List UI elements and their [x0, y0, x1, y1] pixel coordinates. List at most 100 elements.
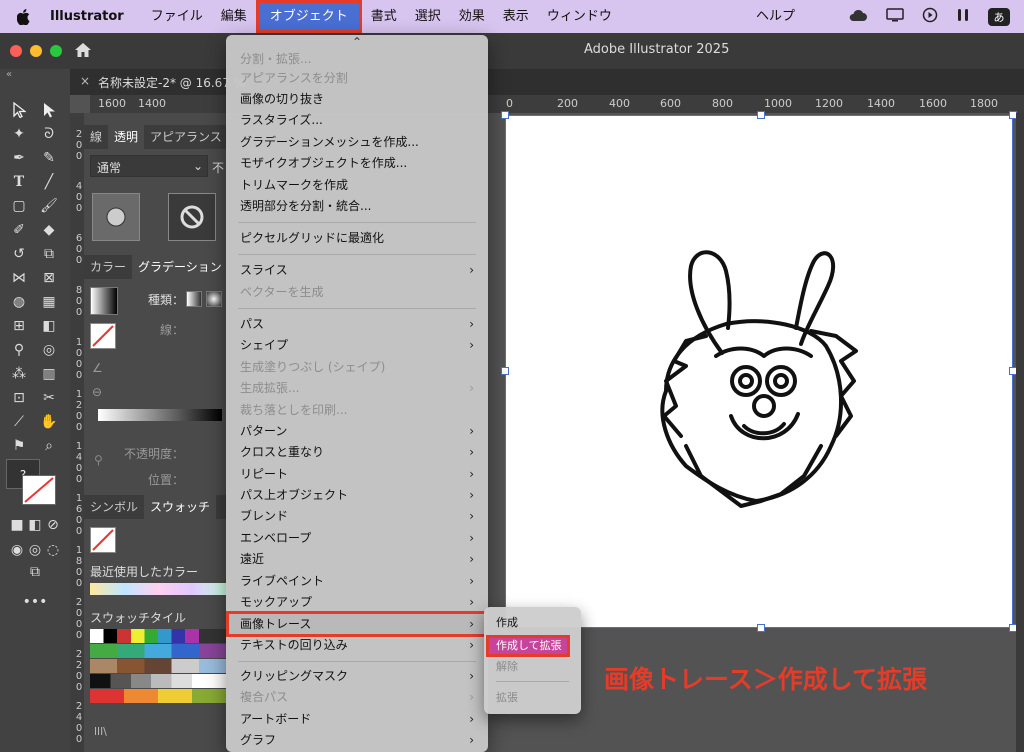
- tab-color[interactable]: カラー: [84, 255, 132, 279]
- menu-help[interactable]: ヘルプ: [756, 0, 795, 33]
- menu-item-intertwine[interactable]: クロスと重なり ›: [226, 442, 488, 463]
- rectangle-tool-icon[interactable]: ▢: [8, 195, 30, 217]
- submenu-item-release[interactable]: 解除: [484, 657, 581, 677]
- pen-tool-icon[interactable]: ✒: [8, 147, 30, 169]
- screen-mode-icon[interactable]: ⧉: [24, 561, 46, 583]
- zoom-window-button[interactable]: [50, 45, 62, 57]
- gradient-thumbnail[interactable]: [90, 287, 118, 315]
- airpods-icon[interactable]: [956, 7, 970, 27]
- recent-color-swatches[interactable]: [90, 583, 226, 595]
- menu-item-clipping-mask[interactable]: クリッピングマスク ›: [226, 666, 488, 687]
- menu-item-compound-path[interactable]: 複合パス ›: [226, 687, 488, 708]
- creative-cloud-icon[interactable]: [848, 8, 868, 26]
- swatch-row[interactable]: [90, 659, 226, 673]
- menu-item-generate-vector[interactable]: ベクターを生成: [226, 282, 488, 303]
- menu-item-pattern[interactable]: パターン ›: [226, 421, 488, 442]
- curvature-tool-icon[interactable]: ✎: [38, 147, 60, 169]
- width-tool-icon[interactable]: ⋈: [8, 267, 30, 289]
- swatch-row[interactable]: [90, 674, 226, 688]
- scale-tool-icon[interactable]: ⧉: [38, 243, 60, 265]
- menu-item-live-paint[interactable]: ライブペイント ›: [226, 571, 488, 592]
- rotate-tool-icon[interactable]: ↺: [8, 243, 30, 265]
- column-graph-tool-icon[interactable]: ▥: [38, 363, 60, 385]
- swatch-fill-stroke[interactable]: [90, 527, 116, 553]
- linear-gradient-button[interactable]: [186, 291, 202, 307]
- magic-wand-tool-icon[interactable]: ✦: [8, 123, 30, 145]
- tab-gradient[interactable]: グラデーション: [132, 255, 228, 279]
- menu-object[interactable]: オブジェクト: [255, 0, 362, 33]
- menu-item-repeat[interactable]: リピート ›: [226, 464, 488, 485]
- menu-item-objects-on-path[interactable]: パス上オブジェクト ›: [226, 485, 488, 506]
- selection-handle[interactable]: [757, 111, 765, 119]
- mesh-tool-icon[interactable]: ⊞: [8, 315, 30, 337]
- menu-item-shape[interactable]: シェイプ ›: [226, 335, 488, 356]
- menu-item-path[interactable]: パス ›: [226, 314, 488, 335]
- menu-item-trim-marks[interactable]: トリムマークを作成: [226, 175, 488, 196]
- type-tool-icon[interactable]: T: [8, 171, 30, 193]
- menu-type[interactable]: 書式: [362, 0, 406, 33]
- direct-selection-tool-icon[interactable]: [38, 99, 60, 121]
- tab-swatches[interactable]: スウォッチ: [144, 495, 217, 519]
- lasso-tool-icon[interactable]: ᘐ: [38, 123, 60, 145]
- swatch-row[interactable]: [90, 644, 226, 658]
- document-tab[interactable]: × 名称未設定-2* @ 16.67 %: [70, 69, 1024, 95]
- menu-window[interactable]: ウィンドウ: [538, 0, 621, 33]
- line-tool-icon[interactable]: ╱: [38, 171, 60, 193]
- tab-symbols[interactable]: シンボル: [84, 495, 144, 519]
- no-mask-icon[interactable]: [168, 193, 216, 241]
- selection-tool-icon[interactable]: [8, 99, 30, 121]
- selection-handle[interactable]: [757, 624, 765, 632]
- tab-transparency[interactable]: 透明: [108, 125, 145, 149]
- menu-item-text-wrap[interactable]: テキストの回り込み ›: [226, 635, 488, 656]
- mask-thumbnail[interactable]: [92, 193, 140, 241]
- eraser-tool-icon[interactable]: ◆: [38, 219, 60, 241]
- menu-view[interactable]: 表示: [494, 0, 538, 33]
- clown-artwork[interactable]: [506, 116, 1012, 627]
- knife-tool-icon[interactable]: ⟋: [8, 411, 30, 433]
- menu-item-envelope[interactable]: エンベロープ ›: [226, 528, 488, 549]
- menu-item-image-trace[interactable]: 画像トレース ›: [226, 611, 488, 637]
- draw-inside-icon[interactable]: ◌: [42, 539, 64, 561]
- submenu-item-make[interactable]: 作成: [484, 613, 581, 633]
- menu-effect[interactable]: 効果: [450, 0, 494, 33]
- menu-item-gradient-mesh[interactable]: グラデーションメッシュを作成...: [226, 132, 488, 153]
- menu-item-flatten-transparency[interactable]: 透明部分を分割・統合...: [226, 196, 488, 217]
- minimize-window-button[interactable]: [30, 45, 42, 57]
- menu-item-mosaic[interactable]: モザイクオブジェクトを作成...: [226, 153, 488, 174]
- swatch-row[interactable]: [90, 689, 226, 703]
- menu-file[interactable]: ファイル: [142, 0, 212, 33]
- gradient-stroke-swatch[interactable]: [90, 323, 116, 349]
- zoom-magnifier-icon[interactable]: ⌕: [38, 435, 60, 457]
- none-mode-icon[interactable]: ⊘: [42, 514, 64, 536]
- swatch-library-icon[interactable]: lll\: [94, 725, 107, 738]
- hand-tool-icon[interactable]: ✋: [38, 411, 60, 433]
- eyedropper-icon[interactable]: ⚲: [94, 453, 103, 467]
- more-tools-icon[interactable]: •••: [23, 591, 48, 613]
- shape-builder-tool-icon[interactable]: ◍: [8, 291, 30, 313]
- artboard[interactable]: [505, 115, 1013, 628]
- gradient-slider[interactable]: [98, 409, 222, 421]
- paintbrush-tool-icon[interactable]: 🖌: [38, 195, 60, 217]
- apple-icon[interactable]: [14, 8, 34, 25]
- menu-item-generative-fill[interactable]: 生成塗りつぶし (シェイプ): [226, 357, 488, 378]
- selection-handle[interactable]: [501, 367, 509, 375]
- app-name[interactable]: Illustrator: [50, 9, 124, 24]
- close-tab-icon[interactable]: ×: [80, 74, 90, 88]
- gradient-tool-icon[interactable]: ◧: [38, 315, 60, 337]
- selection-handle[interactable]: [501, 111, 509, 119]
- eyedropper-tool-icon[interactable]: ⚲: [8, 339, 30, 361]
- menu-item-artboards[interactable]: アートボード ›: [226, 709, 488, 730]
- menu-item-crop-image[interactable]: 画像の切り抜き: [226, 89, 488, 110]
- menu-item-expand-appearance[interactable]: アピアランスを分割: [226, 68, 488, 89]
- menu-edit[interactable]: 編集: [212, 0, 256, 33]
- radial-gradient-button[interactable]: [206, 291, 222, 307]
- tab-appearance[interactable]: アピアランス: [144, 125, 228, 149]
- slice-tool-icon[interactable]: ✂: [38, 387, 60, 409]
- close-window-button[interactable]: [10, 45, 22, 57]
- home-icon[interactable]: [74, 42, 92, 62]
- input-method-icon[interactable]: あ: [988, 7, 1010, 26]
- swatch-row[interactable]: [90, 629, 226, 643]
- menu-item-graph[interactable]: グラフ ›: [226, 730, 488, 751]
- zoom-tool-icon[interactable]: ⚑: [8, 435, 30, 457]
- collapse-icon[interactable]: «: [6, 69, 12, 80]
